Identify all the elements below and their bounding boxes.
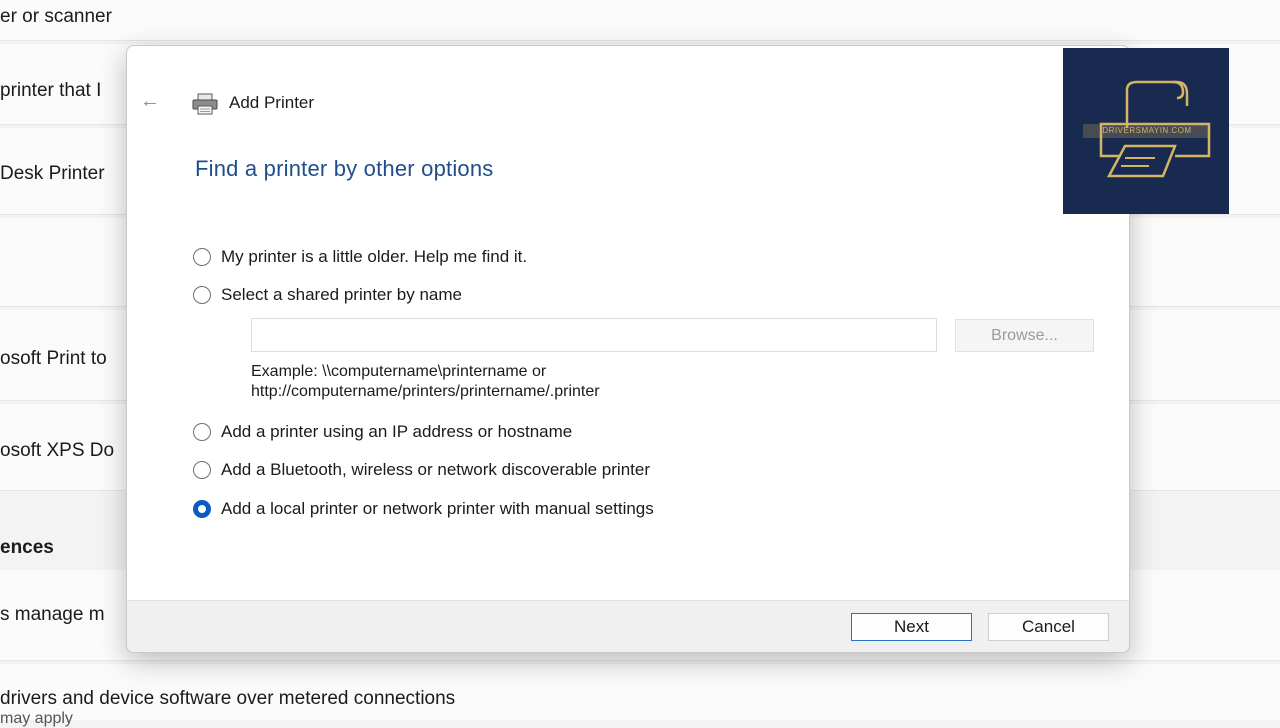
radio-button[interactable]: [193, 248, 211, 266]
dialog-title: Add Printer: [229, 93, 315, 112]
radio-button[interactable]: [193, 461, 211, 479]
settings-row-label: Desk Printer: [0, 163, 105, 184]
option-bluetooth-wireless[interactable]: Add a Bluetooth, wireless or network dis…: [193, 459, 650, 481]
next-button[interactable]: Next: [851, 613, 972, 641]
section-heading: ences: [0, 537, 54, 558]
watermark-text: DRIVERSMAYIN.COM: [1102, 126, 1192, 135]
option-label: My printer is a little older. Help me fi…: [221, 247, 528, 266]
radio-button[interactable]: [193, 423, 211, 441]
browse-button[interactable]: Browse...: [955, 319, 1094, 352]
shared-printer-name-input[interactable]: [251, 318, 937, 352]
watermark-logo: DRIVERSMAYIN.COM: [1063, 48, 1229, 214]
option-label: Add a Bluetooth, wireless or network dis…: [221, 460, 650, 479]
option-older-printer[interactable]: My printer is a little older. Help me fi…: [193, 246, 527, 268]
add-printer-dialog: ← Add Printer Find a printer by other op…: [126, 45, 1130, 653]
option-label: Add a printer using an IP address or hos…: [221, 422, 573, 441]
settings-row-label: er or scanner: [0, 6, 112, 27]
radio-button-selected[interactable]: [193, 500, 211, 518]
example-line-1: Example: \\computername\printername or: [251, 363, 547, 380]
settings-row-label: osoft Print to: [0, 348, 107, 369]
option-ip-address[interactable]: Add a printer using an IP address or hos…: [193, 421, 572, 443]
back-button[interactable]: ←: [139, 90, 161, 112]
dialog-footer: Next Cancel: [127, 600, 1129, 652]
example-text: Example: \\computername\printername or h…: [251, 362, 600, 402]
page-heading: Find a printer by other options: [195, 156, 494, 181]
settings-row[interactable]: er or scanner: [0, 0, 1280, 41]
back-arrow-icon: ←: [140, 90, 160, 112]
settings-row-sublabel: may apply: [0, 710, 73, 727]
radio-button[interactable]: [193, 286, 211, 304]
option-label: Add a local printer or network printer w…: [221, 499, 654, 518]
settings-row-label: printer that I: [0, 80, 102, 101]
settings-row[interactable]: drivers and device software over metered…: [0, 664, 1280, 727]
cancel-button[interactable]: Cancel: [988, 613, 1109, 641]
settings-row-label: osoft XPS Do: [0, 440, 115, 461]
option-shared-printer-by-name[interactable]: Select a shared printer by name: [193, 284, 462, 306]
option-local-printer-manual[interactable]: Add a local printer or network printer w…: [193, 498, 654, 520]
settings-row-label: s manage m: [0, 604, 105, 625]
option-label: Select a shared printer by name: [221, 285, 462, 304]
printer-icon: [192, 93, 218, 115]
example-line-2: http://computername/printers/printername…: [251, 383, 600, 400]
settings-row-label: drivers and device software over metered…: [0, 688, 456, 709]
